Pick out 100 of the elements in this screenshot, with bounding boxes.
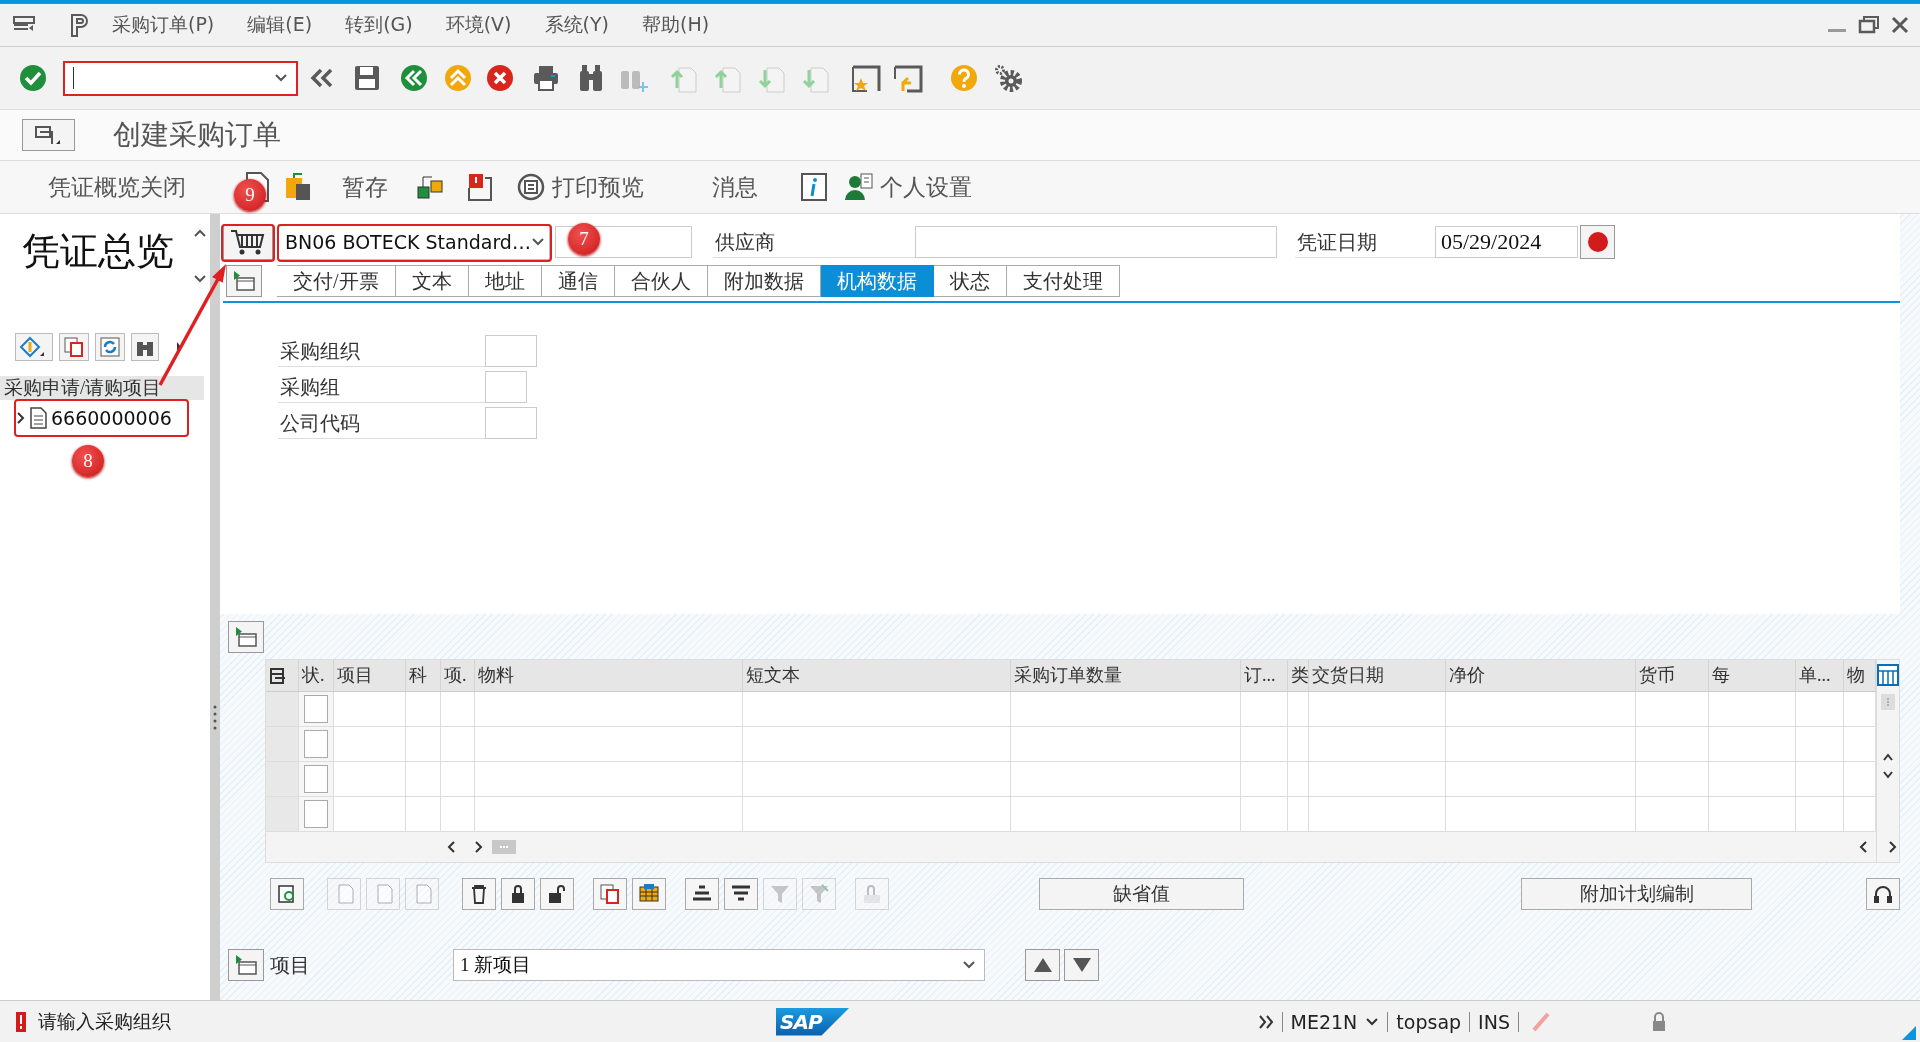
settings-icon[interactable] bbox=[993, 63, 1023, 93]
column-layout-icon[interactable] bbox=[269, 666, 287, 685]
scroll-thumb-icon[interactable] bbox=[1881, 694, 1895, 710]
dropdown-icon[interactable] bbox=[962, 960, 976, 970]
confirm-icon[interactable] bbox=[18, 63, 48, 93]
column-header[interactable]: 净价 bbox=[1446, 660, 1636, 691]
column-header[interactable]: 货币 bbox=[1636, 660, 1709, 691]
tree-item[interactable]: 6660000006 bbox=[51, 407, 172, 429]
item-dropdown[interactable]: 1 新项目 bbox=[453, 949, 985, 981]
info-icon[interactable] bbox=[800, 172, 828, 202]
menu-item[interactable]: 转到(G) bbox=[345, 12, 413, 38]
scroll-up-icon[interactable] bbox=[1882, 752, 1894, 762]
dropdown-icon[interactable] bbox=[274, 73, 288, 83]
document-type-dropdown[interactable]: BN06 BOTECK Standard… bbox=[278, 224, 550, 260]
menu-item[interactable]: 环境(V) bbox=[445, 12, 512, 38]
splitter-grip-icon[interactable] bbox=[213, 704, 217, 730]
toolbar-button[interactable]: 消息 bbox=[712, 171, 758, 203]
supplier-field[interactable] bbox=[915, 226, 1277, 258]
menu-item[interactable]: 编辑(E) bbox=[247, 12, 313, 38]
expand-items-button[interactable] bbox=[228, 621, 264, 653]
delete-button[interactable] bbox=[462, 877, 496, 910]
find-button[interactable] bbox=[131, 333, 159, 361]
menu-item[interactable]: 系统(Y) bbox=[544, 12, 609, 38]
column-header[interactable]: 每 bbox=[1709, 660, 1796, 691]
restore-icon[interactable] bbox=[1858, 15, 1880, 35]
cancel-icon[interactable] bbox=[485, 63, 515, 93]
expand-header-button[interactable] bbox=[226, 265, 262, 297]
paste-icon[interactable] bbox=[284, 172, 312, 202]
select-layout-button[interactable] bbox=[15, 333, 53, 361]
copy-button[interactable] bbox=[593, 877, 627, 910]
menu-item[interactable]: 采购订单(P) bbox=[112, 12, 215, 38]
date-field[interactable]: 05/29/2024 bbox=[1435, 226, 1578, 258]
dropdown-icon[interactable] bbox=[530, 237, 545, 247]
toolbar-button[interactable]: 凭证概览关闭 bbox=[48, 171, 186, 203]
column-header[interactable]: 采购订单数量 bbox=[1011, 660, 1241, 691]
expand-status-icon[interactable] bbox=[1257, 1013, 1274, 1030]
scroll-right-icon[interactable] bbox=[1888, 840, 1898, 854]
tab[interactable]: 文本 bbox=[395, 265, 469, 297]
back-icon[interactable] bbox=[399, 63, 429, 93]
tab[interactable]: 附加数据 bbox=[707, 265, 821, 297]
scroll-left-icon[interactable] bbox=[1858, 840, 1868, 854]
tab[interactable]: 支付处理 bbox=[1006, 265, 1120, 297]
column-header[interactable]: 项目 bbox=[334, 660, 406, 691]
status-button[interactable] bbox=[1580, 225, 1615, 259]
tab[interactable]: 合伙人 bbox=[614, 265, 708, 297]
scroll-left-icon[interactable] bbox=[446, 840, 456, 854]
window-star-icon[interactable] bbox=[851, 63, 881, 93]
tab[interactable]: 地址 bbox=[468, 265, 542, 297]
column-header[interactable]: 项. bbox=[441, 660, 475, 691]
column-settings-icon[interactable] bbox=[1877, 664, 1899, 686]
expand-caret-icon[interactable] bbox=[15, 411, 25, 425]
item-overview-button[interactable] bbox=[228, 949, 264, 981]
toolbar-button[interactable]: 暂存 bbox=[342, 171, 388, 203]
sort-ascending-button[interactable] bbox=[685, 877, 719, 910]
column-header[interactable]: 科 bbox=[406, 660, 441, 691]
command-field[interactable] bbox=[64, 61, 297, 95]
scroll-down-icon[interactable] bbox=[193, 274, 207, 284]
input-field[interactable] bbox=[485, 407, 537, 439]
toolbar-button[interactable]: 个人设置 bbox=[844, 171, 972, 203]
column-header[interactable]: 单... bbox=[1796, 660, 1844, 691]
column-header[interactable]: 订... bbox=[1241, 660, 1288, 691]
unlock-button[interactable] bbox=[540, 877, 574, 910]
tab[interactable]: 状态 bbox=[933, 265, 1007, 297]
sort-descending-button[interactable] bbox=[724, 877, 758, 910]
scroll-right-icon[interactable] bbox=[474, 840, 484, 854]
input-field[interactable] bbox=[485, 335, 537, 367]
next-item-button[interactable] bbox=[1064, 949, 1099, 981]
tab[interactable]: 通信 bbox=[541, 265, 615, 297]
column-header[interactable]: 物料 bbox=[475, 660, 743, 691]
column-header[interactable]: 状. bbox=[299, 660, 334, 691]
default-values-button[interactable]: 缺省值 bbox=[1039, 877, 1244, 910]
scroll-down-icon[interactable] bbox=[1882, 770, 1894, 780]
table-button[interactable] bbox=[632, 877, 666, 910]
lock-button[interactable] bbox=[501, 877, 535, 910]
menu-item[interactable]: 帮助(H) bbox=[641, 12, 710, 38]
scroll-thumb-icon[interactable] bbox=[492, 840, 516, 854]
refresh-button[interactable] bbox=[95, 333, 125, 361]
dropdown-icon[interactable] bbox=[1365, 1016, 1380, 1027]
toolbar-button[interactable]: 打印预览 bbox=[516, 171, 644, 203]
window-arrow-icon[interactable] bbox=[893, 63, 923, 93]
cart-button[interactable] bbox=[223, 224, 273, 260]
copy-button[interactable] bbox=[59, 333, 89, 361]
close-icon[interactable] bbox=[1890, 15, 1910, 35]
column-header[interactable]: 交货日期 bbox=[1309, 660, 1446, 691]
tab[interactable]: 机构数据 bbox=[820, 265, 934, 297]
print-icon[interactable] bbox=[531, 63, 561, 93]
scroll-up-icon[interactable] bbox=[193, 228, 207, 238]
column-header[interactable]: 类 bbox=[1288, 660, 1309, 691]
settings-button[interactable] bbox=[1866, 877, 1900, 910]
hierarchy-icon[interactable] bbox=[416, 173, 444, 201]
previous-item-button[interactable] bbox=[1025, 949, 1060, 981]
flag-icon[interactable] bbox=[466, 172, 494, 202]
input-field[interactable] bbox=[485, 371, 527, 403]
schedule-button[interactable]: 附加计划编制 bbox=[1521, 877, 1752, 910]
column-header[interactable]: 短文本 bbox=[743, 660, 1011, 691]
binoculars-icon[interactable] bbox=[577, 63, 605, 93]
tab[interactable]: 交付/开票 bbox=[277, 265, 396, 297]
display-toggle-button[interactable] bbox=[22, 119, 75, 151]
save-icon[interactable] bbox=[353, 64, 381, 92]
details-button[interactable] bbox=[270, 877, 304, 910]
